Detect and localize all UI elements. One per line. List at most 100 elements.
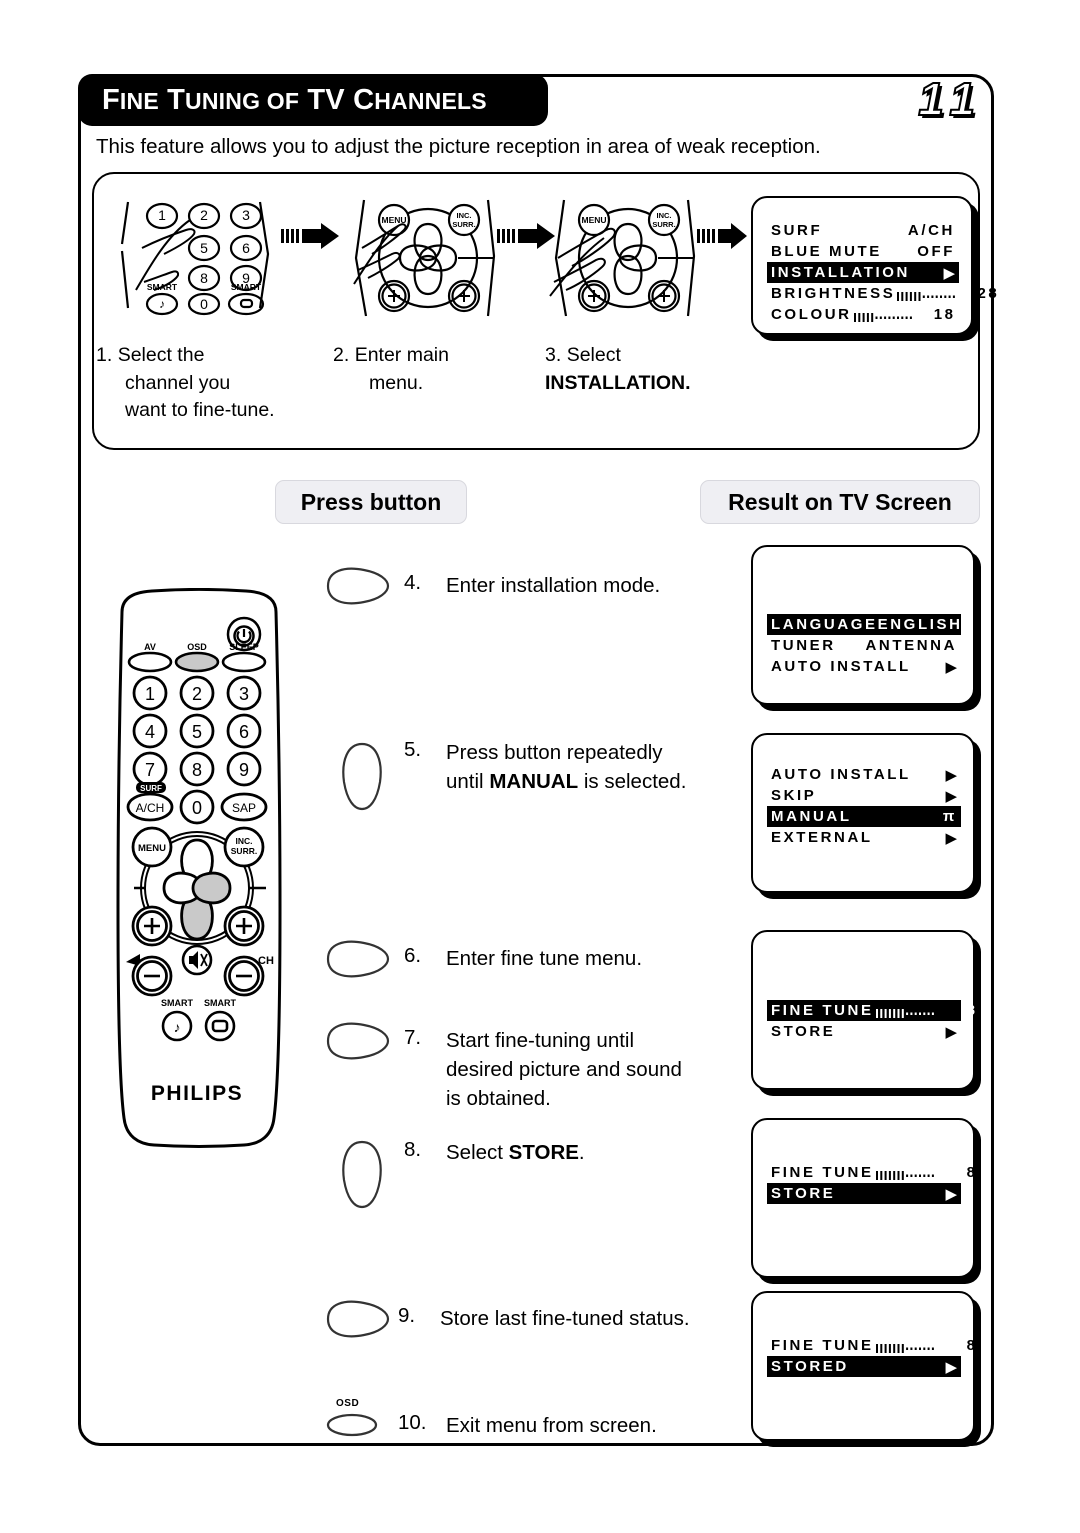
svg-text:7: 7	[145, 760, 155, 780]
right-arrow-key-icon[interactable]	[320, 936, 396, 987]
osd-key-label: OSD	[336, 1398, 360, 1409]
osd-row: FINE TUNE 8	[767, 1000, 975, 1021]
svg-text:5: 5	[200, 240, 208, 256]
svg-text:9: 9	[239, 760, 249, 780]
svg-text:8: 8	[192, 760, 202, 780]
osd-row-label: TUNER	[771, 637, 836, 654]
press-button-label: Press button	[300, 488, 442, 515]
svg-text:AV: AV	[144, 642, 156, 652]
osd-key-icon[interactable]	[324, 1410, 380, 1445]
svg-text:SLEEP: SLEEP	[229, 642, 259, 652]
osd-row: MANUAL π	[767, 806, 961, 827]
osd-row-label: BRIGHTNESS	[771, 285, 896, 302]
svg-text:SAP: SAP	[232, 801, 256, 815]
osd-row-label: AUTO INSTALL	[771, 658, 911, 675]
osd-row: AUTO INSTALL ▶	[767, 656, 961, 677]
osd-rows: AUTO INSTALL ▶ SKIP ▶ MANUAL π EXTERNAL ▶	[767, 764, 961, 848]
svg-text:0: 0	[200, 296, 208, 312]
right-arrow-key-icon[interactable]	[320, 1296, 396, 1347]
osd-row-gauge	[852, 309, 914, 323]
osd-row-gauge	[874, 1005, 936, 1019]
navpad-hand-menu-icon: MENU INC. SURR.	[348, 196, 508, 320]
osd-row: BLUE MUTE OFF	[767, 241, 959, 262]
svg-text:0: 0	[192, 798, 202, 818]
osd-row-value: ENGLISH	[877, 616, 963, 633]
step-5-number: 5.	[404, 738, 422, 761]
step-8-text: Select STORE.	[446, 1141, 585, 1164]
step-5-text: Press button repeatedly until MANUAL is s…	[446, 741, 687, 794]
svg-text:♪: ♪	[159, 297, 165, 311]
step-6-text: Enter fine tune menu.	[446, 947, 643, 970]
osd-row: COLOUR 18	[767, 304, 959, 325]
tv-screen-step-5: AUTO INSTALL ▶ SKIP ▶ MANUAL π EXTERNAL ▶	[751, 733, 975, 893]
step-4-number: 4.	[404, 571, 422, 594]
svg-text:9: 9	[242, 270, 250, 286]
right-arrow-key-icon[interactable]	[320, 1018, 396, 1069]
osd-row: BRIGHTNESS 28	[767, 283, 997, 304]
result-on-tv-header: Result on TV Screen	[700, 480, 980, 524]
osd-row: TUNER ANTENNA	[767, 635, 961, 656]
step-9-text: Store last fine-tuned status.	[440, 1307, 690, 1330]
osd-row: SKIP ▶	[767, 785, 961, 806]
svg-text:3: 3	[239, 684, 249, 704]
down-arrow-key-icon[interactable]	[338, 738, 386, 821]
navpad-hand-down-icon: MENU INC. SURR.	[548, 196, 708, 320]
svg-text:A/CH: A/CH	[136, 801, 165, 815]
osd-row-label: FINE TUNE	[771, 1164, 874, 1181]
right-arrow-key-icon[interactable]	[320, 563, 396, 614]
svg-text:INC.: INC.	[236, 836, 253, 846]
osd-rows: FINE TUNE 8 STORED ▶	[767, 1335, 975, 1377]
osd-row-value: 18	[933, 306, 956, 323]
overview-step-1-caption: 1. Select the channel you want to fine-t…	[96, 344, 275, 422]
osd-row: STORE ▶	[767, 1021, 961, 1042]
step-7: 7. Start fine-tuning until desired pictu…	[404, 1026, 749, 1113]
step-8: 8. Select STORE.	[404, 1138, 744, 1167]
step-7-text: Start fine-tuning until desired picture …	[446, 1029, 682, 1111]
svg-text:OSD: OSD	[187, 642, 207, 652]
osd-row-label: MANUAL	[771, 808, 852, 825]
step-4: 4. Enter installation mode.	[404, 571, 744, 600]
osd-row-gauge	[874, 1167, 936, 1181]
tv-screen-step-7: FINE TUNE 8 STORE ▶	[751, 930, 975, 1090]
tv-screen-main-menu: SURF A/CH BLUE MUTE OFF INSTALLATION ▶ BRIGHTN…	[751, 196, 997, 335]
osd-row-value: π	[942, 808, 957, 825]
overview-step-2-caption: 2. Enter main menu.	[333, 344, 449, 394]
step-7-number: 7.	[404, 1026, 422, 1049]
step-10-text: Exit menu from screen.	[446, 1414, 657, 1437]
osd-row-arrow-icon: ▶	[945, 1023, 957, 1041]
osd-row-value: ANTENNA	[865, 637, 957, 654]
osd-row: AUTO INSTALL ▶	[767, 764, 961, 785]
svg-text:SMART: SMART	[161, 998, 193, 1008]
osd-row-label: AUTO INSTALL	[771, 766, 911, 783]
keypad-hand-icon: SMART SMART ♪ 1 2 3 5 6 8 9 0	[112, 196, 280, 316]
osd-row-label: STORE	[771, 1185, 836, 1202]
osd-row: EXTERNAL ▶	[767, 827, 961, 848]
osd-rows: SURF A/CH BLUE MUTE OFF INSTALLATION ▶ BRIGHTN…	[767, 220, 997, 325]
svg-text:SMART: SMART	[147, 282, 178, 292]
osd-row-label: BLUE MUTE	[771, 243, 882, 260]
svg-text:SURR.: SURR.	[452, 220, 475, 229]
svg-text:6: 6	[239, 722, 249, 742]
svg-text:INC.: INC.	[657, 211, 672, 220]
osd-row-value: 8	[966, 1337, 978, 1354]
page-title-banner: FINE TUNING OF TV CHANNELS	[78, 74, 548, 126]
remote-control-illustration: AV OSD SLEEP 1 2 3 4 5 6 7 8 9 SURF A/CH 0 SAP	[104, 588, 294, 1148]
tv-screen-step-8: FINE TUNE 8 STORE ▶	[751, 1118, 975, 1278]
osd-rows: LANGUAGE ENGLISH TUNER ANTENNA AUTO INSTALL ▶	[767, 614, 961, 677]
svg-text:MENU: MENU	[138, 843, 166, 854]
osd-row: LANGUAGE ENGLISH	[767, 614, 961, 635]
osd-row-label: FINE TUNE	[771, 1002, 874, 1019]
osd-row-label: STORE	[771, 1023, 836, 1040]
result-on-tv-label: Result on TV Screen	[728, 488, 952, 515]
press-button-header: Press button	[275, 480, 467, 524]
step-6: 6. Enter fine tune menu.	[404, 944, 744, 973]
osd-row-label: LANGUAGE	[771, 616, 878, 633]
step-8-number: 8.	[404, 1138, 422, 1161]
svg-text:SURF: SURF	[140, 784, 162, 793]
svg-text:1: 1	[145, 684, 155, 704]
flow-arrow-icon	[281, 222, 343, 250]
osd-row-arrow-icon: ▶	[945, 787, 957, 805]
down-arrow-key-icon[interactable]	[338, 1136, 386, 1219]
svg-text:2: 2	[192, 684, 202, 704]
osd-row-value: 28	[977, 285, 1000, 302]
